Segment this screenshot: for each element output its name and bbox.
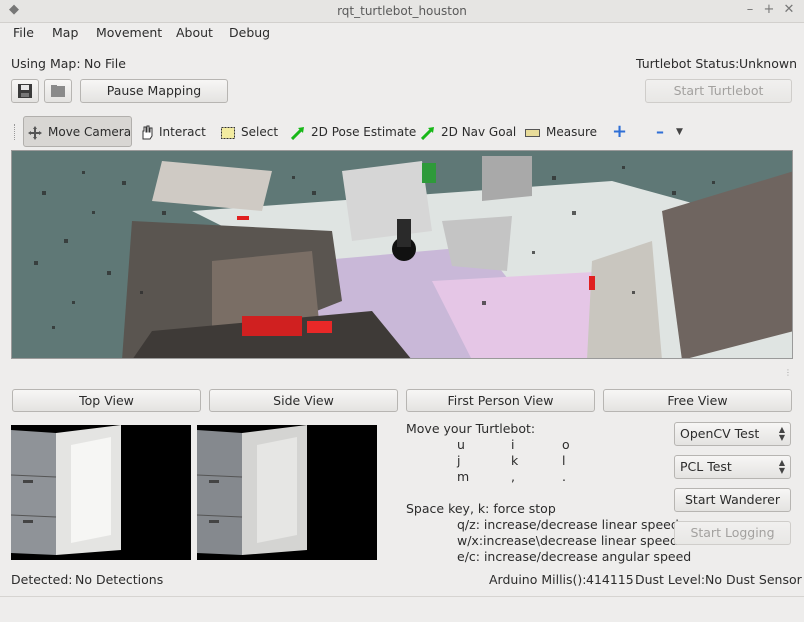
first-person-view-button[interactable]: First Person View — [406, 389, 595, 412]
menu-file[interactable]: File — [13, 25, 34, 40]
key-l: l — [562, 453, 566, 468]
tool-2d-pose-estimate[interactable]: 2D Pose Estimate — [291, 117, 416, 147]
key-u: u — [457, 437, 465, 452]
window-menu-icon[interactable]: ◆ — [6, 2, 22, 18]
toolbar-grip[interactable] — [14, 124, 18, 140]
combo-arrows-icon: ▲ ▼ — [778, 425, 785, 442]
tool-move-camera[interactable]: Move Camera — [28, 117, 131, 147]
point-cloud-scene — [12, 151, 792, 358]
minimize-icon[interactable]: – — [742, 2, 758, 18]
tool-interact[interactable]: Interact — [140, 117, 206, 147]
start-turtlebot-button[interactable]: Start Turtlebot — [645, 79, 792, 103]
move-icon — [28, 125, 42, 140]
add-tool-icon[interactable]: + — [612, 117, 627, 147]
window-title: rqt_turtlebot_houston — [337, 4, 467, 18]
dust-value: No Dust Sensor — [705, 572, 802, 587]
detected-value: No Detections — [75, 572, 164, 587]
maximize-icon[interactable]: + — [761, 2, 777, 18]
instructions-line: q/z: increase/decrease linear speed — [457, 517, 679, 532]
tool-label: Interact — [159, 125, 206, 139]
status-label: Turtlebot Status: — [636, 56, 740, 71]
open-button[interactable] — [44, 79, 72, 103]
hand-icon — [142, 125, 153, 140]
save-icon — [18, 84, 32, 98]
pause-mapping-button[interactable]: Pause Mapping — [80, 79, 228, 103]
tool-label: 2D Nav Goal — [441, 125, 517, 139]
camera-feed-left — [11, 425, 191, 560]
arduino-value: 414115 — [586, 572, 634, 587]
menu-about[interactable]: About — [176, 25, 213, 40]
side-view-button[interactable]: Side View — [209, 389, 398, 412]
start-logging-button[interactable]: Start Logging — [674, 521, 791, 545]
splitter-handle[interactable]: ⋮ — [784, 368, 792, 377]
combo-value: OpenCV Test — [680, 426, 760, 441]
remove-tool-icon[interactable]: – — [656, 117, 664, 147]
nav-arrow-icon — [421, 126, 434, 140]
combo-value: PCL Test — [680, 459, 732, 474]
instructions-title: Move your Turtlebot: — [406, 421, 536, 436]
tool-label: 2D Pose Estimate — [311, 125, 417, 139]
map-value: No File — [84, 56, 126, 71]
key-o: o — [562, 437, 570, 452]
opencv-test-combo[interactable]: OpenCV Test ▲ ▼ — [674, 422, 791, 446]
start-wanderer-button[interactable]: Start Wanderer — [674, 488, 791, 512]
status-bar — [0, 596, 804, 622]
tool-measure[interactable]: Measure — [525, 117, 597, 147]
key-period: . — [562, 469, 566, 484]
menu-map[interactable]: Map — [52, 25, 78, 40]
title-bar: rqt_turtlebot_houston ◆ – + ✕ — [0, 0, 804, 23]
detected-label: Detected: — [11, 572, 73, 587]
instructions-line: e/c: increase/decrease angular speed — [457, 549, 692, 564]
folder-icon — [51, 85, 65, 97]
pcl-test-combo[interactable]: PCL Test ▲ ▼ — [674, 455, 791, 479]
menu-movement[interactable]: Movement — [96, 25, 162, 40]
tool-label: Measure — [546, 125, 597, 139]
pose-arrow-icon — [291, 126, 304, 140]
instructions-line: w/x:increase\decrease linear speed — [457, 533, 678, 548]
tool-select[interactable]: Select — [221, 117, 278, 147]
top-view-button[interactable]: Top View — [12, 389, 201, 412]
tool-label: Move Camera — [48, 125, 132, 139]
ruler-icon — [525, 128, 540, 137]
tool-label: Select — [241, 125, 279, 139]
close-icon[interactable]: ✕ — [781, 2, 797, 18]
key-i: i — [511, 437, 515, 452]
combo-arrows-icon: ▲ ▼ — [778, 458, 785, 475]
key-k: k — [511, 453, 519, 468]
chevron-down-icon[interactable]: ▼ — [676, 117, 683, 147]
select-icon — [221, 126, 235, 139]
map-label: Using Map: — [11, 56, 81, 71]
key-comma: , — [511, 469, 515, 484]
arduino-label: Arduino Millis(): — [489, 572, 587, 587]
status-value: Unknown — [739, 56, 798, 71]
key-j: j — [457, 453, 461, 468]
camera-feed-right — [197, 425, 377, 560]
rviz-3d-viewport[interactable] — [11, 150, 793, 359]
dust-label: Dust Level: — [635, 572, 706, 587]
tool-2d-nav-goal[interactable]: 2D Nav Goal — [421, 117, 516, 147]
free-view-button[interactable]: Free View — [603, 389, 792, 412]
save-button[interactable] — [11, 79, 39, 103]
key-m: m — [457, 469, 470, 484]
instructions-stop: Space key, k: force stop — [406, 501, 556, 516]
menu-debug[interactable]: Debug — [229, 25, 270, 40]
